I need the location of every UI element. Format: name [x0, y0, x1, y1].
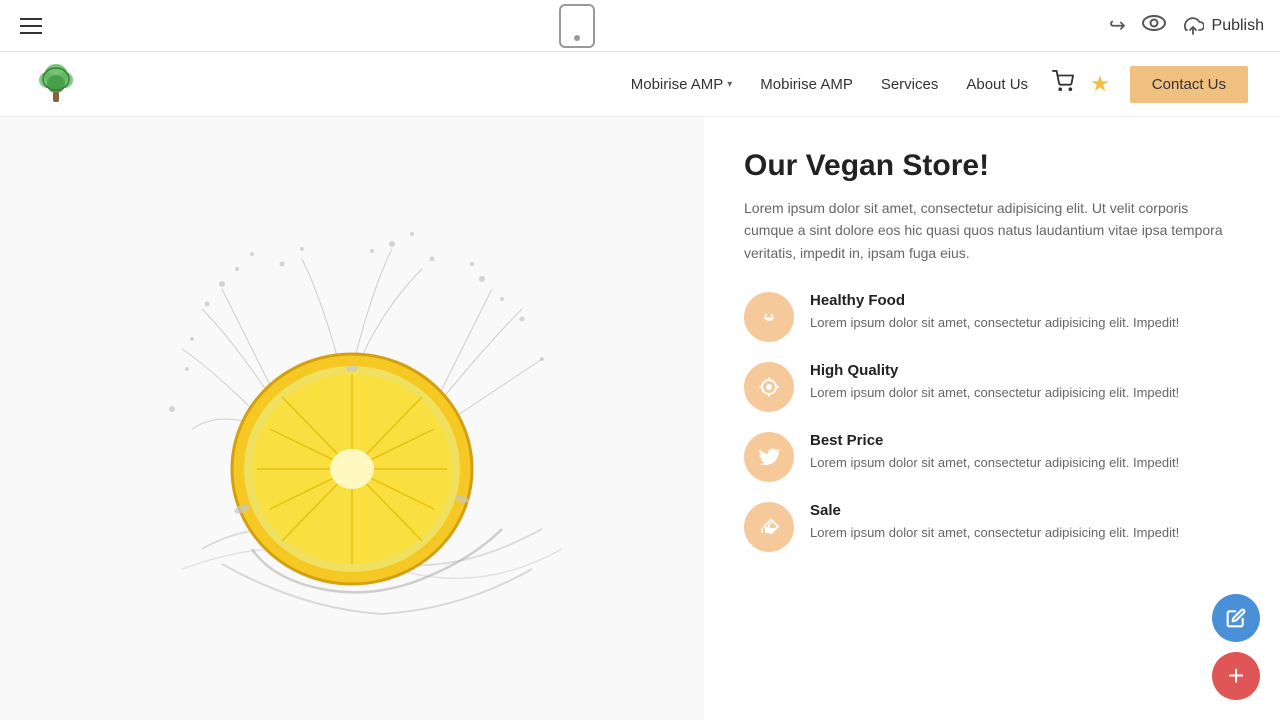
feature-text-sale: Sale Lorem ipsum dolor sit amet, consect… [810, 502, 1240, 543]
toolbar-left [16, 14, 46, 38]
toolbar: ↩ Publish [0, 0, 1280, 52]
plus-icon: + [1228, 662, 1244, 690]
logo-icon [32, 60, 80, 108]
feature-title-healthy-food: Healthy Food [810, 292, 1240, 309]
toolbar-right: ↩ Publish [1109, 13, 1264, 38]
feature-desc-healthy-food: Lorem ipsum dolor sit amet, consectetur … [810, 313, 1240, 333]
feature-icon-healthy-food [744, 292, 794, 342]
hero-image-panel [0, 117, 704, 720]
fab-container: + [1212, 594, 1260, 700]
feature-high-quality: High Quality Lorem ipsum dolor sit amet,… [744, 362, 1240, 412]
nav-link-about[interactable]: About Us [966, 76, 1028, 93]
feature-icon-high-quality [744, 362, 794, 412]
contact-button[interactable]: Contact Us [1130, 66, 1248, 103]
feature-title-high-quality: High Quality [810, 362, 1240, 379]
cloud-upload-icon [1182, 17, 1204, 35]
logo[interactable] [32, 60, 80, 108]
right-panel: Our Vegan Store! Lorem ipsum dolor sit a… [704, 117, 1280, 720]
undo-icon[interactable]: ↩ [1109, 13, 1126, 38]
store-title: Our Vegan Store! [744, 149, 1240, 183]
feature-icon-sale [744, 502, 794, 552]
dropdown-caret-icon: ▾ [727, 79, 732, 90]
preview-eye-icon[interactable] [1142, 14, 1166, 37]
feature-desc-high-quality: Lorem ipsum dolor sit amet, consectetur … [810, 383, 1240, 403]
publish-button[interactable]: Publish [1182, 17, 1264, 35]
feature-sale: Sale Lorem ipsum dolor sit amet, consect… [744, 502, 1240, 552]
feature-healthy-food: Healthy Food Lorem ipsum dolor sit amet,… [744, 292, 1240, 342]
toolbar-center [559, 4, 595, 48]
nav-links: Mobirise AMP ▾ Mobirise AMP Services Abo… [631, 76, 1028, 93]
feature-best-price: Best Price Lorem ipsum dolor sit amet, c… [744, 432, 1240, 482]
nav-link-label: About Us [966, 76, 1028, 93]
publish-label: Publish [1212, 17, 1264, 35]
feature-title-best-price: Best Price [810, 432, 1240, 449]
feature-text-high-quality: High Quality Lorem ipsum dolor sit amet,… [810, 362, 1240, 403]
fab-add-button[interactable]: + [1212, 652, 1260, 700]
feature-text-healthy-food: Healthy Food Lorem ipsum dolor sit amet,… [810, 292, 1240, 333]
nav-link-mobirise1[interactable]: Mobirise AMP ▾ [631, 76, 733, 93]
nav-link-label: Mobirise AMP [760, 76, 853, 93]
feature-title-sale: Sale [810, 502, 1240, 519]
menu-icon[interactable] [16, 14, 46, 38]
feature-text-best-price: Best Price Lorem ipsum dolor sit amet, c… [810, 432, 1240, 473]
feature-icon-best-price [744, 432, 794, 482]
nav-link-services[interactable]: Services [881, 76, 939, 93]
nav-link-mobirise2[interactable]: Mobirise AMP [760, 76, 853, 93]
pencil-icon [1226, 608, 1246, 628]
nav-icons: ★ [1052, 70, 1110, 98]
navbar: Mobirise AMP ▾ Mobirise AMP Services Abo… [0, 52, 1280, 117]
lemon-image [122, 209, 582, 629]
feature-desc-sale: Lorem ipsum dolor sit amet, consectetur … [810, 523, 1240, 543]
feature-desc-best-price: Lorem ipsum dolor sit amet, consectetur … [810, 453, 1240, 473]
nav-link-label: Mobirise AMP [631, 76, 724, 93]
store-description: Lorem ipsum dolor sit amet, consectetur … [744, 197, 1240, 264]
cart-icon[interactable] [1052, 70, 1074, 98]
star-icon[interactable]: ★ [1090, 71, 1110, 97]
fab-edit-button[interactable] [1212, 594, 1260, 642]
main-content: Our Vegan Store! Lorem ipsum dolor sit a… [0, 117, 1280, 720]
mobile-preview-icon[interactable] [559, 4, 595, 48]
nav-link-label: Services [881, 76, 939, 93]
